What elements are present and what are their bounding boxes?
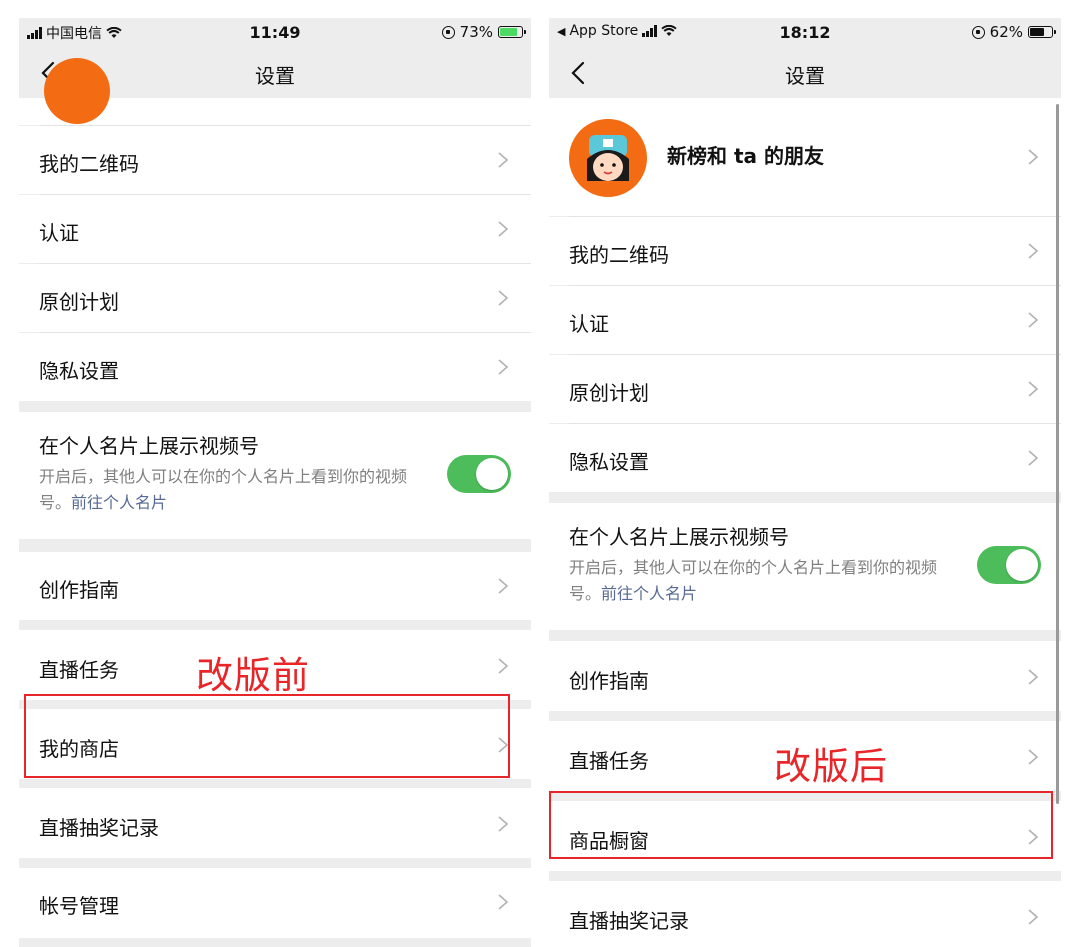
- chevron-right-icon: [498, 658, 509, 674]
- phone-before: 中国电信 11:49 73% 设置 我的二维码 认证 原创计划 隐私设置 在个人…: [19, 18, 531, 947]
- row-label: 直播任务: [39, 658, 119, 682]
- row-label: 帐号管理: [39, 894, 119, 918]
- chevron-right-icon: [498, 152, 509, 168]
- row-creation-guide[interactable]: 创作指南: [19, 552, 531, 620]
- row-showcase-channel: 在个人名片上展示视频号 开启后，其他人可以在你的个人名片上看到你的视频号。前往个…: [19, 412, 531, 539]
- row-description: 开启后，其他人可以在你的个人名片上看到你的视频号。前往个人名片: [39, 464, 429, 516]
- chevron-right-icon: [1028, 749, 1039, 765]
- toggle-knob: [1006, 549, 1038, 581]
- annotation-before: 改版前: [196, 654, 310, 697]
- row-label: 创作指南: [569, 669, 649, 693]
- chevron-right-icon: [498, 894, 509, 910]
- settings-list: 我的二维码 认证 原创计划 隐私设置 在个人名片上展示视频号 开启后，其他人可以…: [19, 58, 531, 947]
- chevron-right-icon: [1028, 149, 1039, 165]
- avatar: [569, 119, 647, 197]
- chevron-right-icon: [498, 290, 509, 306]
- row-verify[interactable]: 认证: [549, 286, 1061, 354]
- status-bar: 中国电信 11:49 73%: [19, 18, 531, 48]
- row-live-lottery[interactable]: 直播抽奖记录: [19, 788, 531, 858]
- showcase-toggle[interactable]: [447, 455, 511, 493]
- row-creation-guide[interactable]: 创作指南: [549, 641, 1061, 711]
- row-label: 认证: [39, 221, 79, 245]
- avatar-cartoon-icon: [587, 135, 629, 181]
- profile-card-link[interactable]: 前往个人名片: [601, 584, 697, 603]
- row-original-plan[interactable]: 原创计划: [19, 264, 531, 332]
- chevron-right-icon: [1028, 243, 1039, 259]
- row-privacy[interactable]: 隐私设置: [549, 424, 1061, 492]
- annotation-after: 改版后: [774, 745, 888, 788]
- battery-icon: [1028, 26, 1056, 38]
- profile-row[interactable]: [19, 58, 531, 125]
- profile-row[interactable]: 新榜和 ta 的朋友: [549, 98, 1061, 216]
- row-privacy[interactable]: 隐私设置: [19, 333, 531, 401]
- chevron-right-icon: [1028, 450, 1039, 466]
- row-verify[interactable]: 认证: [19, 195, 531, 263]
- orientation-lock-icon: [971, 25, 985, 39]
- row-account-manage[interactable]: 帐号管理: [19, 868, 531, 938]
- scrollbar[interactable]: [1056, 104, 1059, 804]
- chevron-right-icon: [498, 359, 509, 375]
- row-showcase-channel: 在个人名片上展示视频号 开启后，其他人可以在你的个人名片上看到你的视频号。前往个…: [549, 503, 1061, 630]
- page-title: 设置: [785, 64, 825, 88]
- chevron-right-icon: [498, 578, 509, 594]
- row-label: 认证: [569, 312, 609, 336]
- row-label: 原创计划: [39, 290, 119, 314]
- profile-name: 新榜和 ta 的朋友: [667, 144, 824, 168]
- chevron-right-icon: [1028, 669, 1039, 685]
- row-live-lottery[interactable]: 直播抽奖记录: [549, 881, 1061, 947]
- row-label: 原创计划: [569, 381, 649, 405]
- row-label: 在个人名片上展示视频号: [569, 525, 789, 549]
- row-label: 隐私设置: [569, 450, 649, 474]
- battery-percent: 73%: [459, 23, 493, 41]
- row-my-qr[interactable]: 我的二维码: [19, 126, 531, 194]
- row-label: 我的二维码: [569, 243, 669, 267]
- row-label: 直播任务: [569, 749, 649, 773]
- battery-percent: 62%: [989, 23, 1023, 41]
- orientation-lock-icon: [441, 25, 455, 39]
- row-label: 直播抽奖记录: [569, 909, 689, 933]
- row-label: 直播抽奖记录: [39, 816, 159, 840]
- battery-charging-icon: [498, 26, 526, 38]
- profile-card-link[interactable]: 前往个人名片: [71, 493, 167, 512]
- row-label: 创作指南: [39, 578, 119, 602]
- status-bar: ◀ App Store 18:12 62%: [549, 18, 1061, 48]
- row-description: 开启后，其他人可以在你的个人名片上看到你的视频号。前往个人名片: [569, 555, 959, 607]
- showcase-toggle[interactable]: [977, 546, 1041, 584]
- chevron-right-icon: [1028, 381, 1039, 397]
- chevron-right-icon: [498, 221, 509, 237]
- row-label: 隐私设置: [39, 359, 119, 383]
- highlight-box-after: [549, 791, 1053, 859]
- chevron-right-icon: [498, 816, 509, 832]
- row-label: 在个人名片上展示视频号: [39, 434, 259, 458]
- avatar: [44, 58, 110, 124]
- nav-bar: 设置: [549, 48, 1061, 98]
- toggle-knob: [476, 458, 508, 490]
- row-label: 我的二维码: [39, 152, 139, 176]
- chevron-right-icon: [1028, 312, 1039, 328]
- highlight-box-before: [24, 694, 510, 778]
- row-original-plan[interactable]: 原创计划: [549, 355, 1061, 423]
- chevron-right-icon: [1028, 909, 1039, 925]
- row-my-qr[interactable]: 我的二维码: [549, 217, 1061, 285]
